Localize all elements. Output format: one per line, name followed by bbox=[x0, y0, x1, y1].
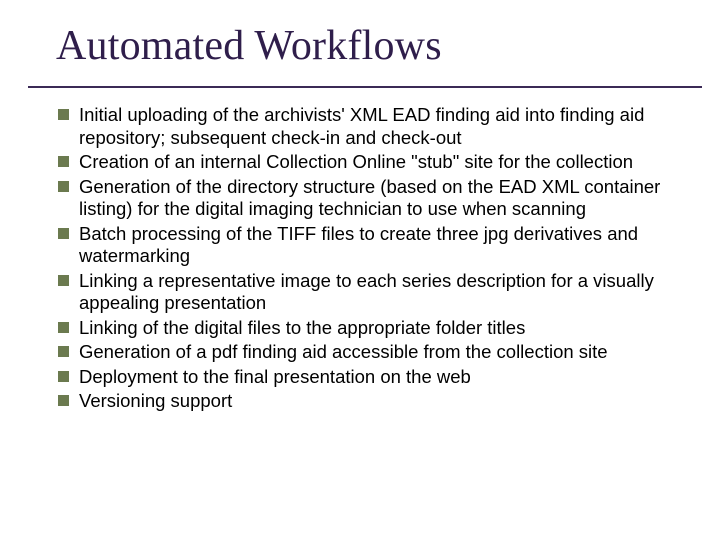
slide-title: Automated Workflows bbox=[56, 22, 442, 70]
list-item-text: Creation of an internal Collection Onlin… bbox=[79, 151, 694, 174]
square-bullet-icon bbox=[58, 371, 69, 382]
list-item: Generation of a pdf finding aid accessib… bbox=[58, 341, 694, 364]
square-bullet-icon bbox=[58, 228, 69, 239]
title-underline bbox=[28, 86, 702, 88]
list-item: Creation of an internal Collection Onlin… bbox=[58, 151, 694, 174]
square-bullet-icon bbox=[58, 156, 69, 167]
list-item: Initial uploading of the archivists' XML… bbox=[58, 104, 694, 149]
list-item: Generation of the directory structure (b… bbox=[58, 176, 694, 221]
list-item-text: Batch processing of the TIFF files to cr… bbox=[79, 223, 694, 268]
square-bullet-icon bbox=[58, 395, 69, 406]
list-item-text: Generation of the directory structure (b… bbox=[79, 176, 694, 221]
list-item-text: Linking of the digital files to the appr… bbox=[79, 317, 694, 340]
list-item-text: Deployment to the final presentation on … bbox=[79, 366, 694, 389]
square-bullet-icon bbox=[58, 275, 69, 286]
list-item: Batch processing of the TIFF files to cr… bbox=[58, 223, 694, 268]
list-item: Linking of the digital files to the appr… bbox=[58, 317, 694, 340]
square-bullet-icon bbox=[58, 181, 69, 192]
square-bullet-icon bbox=[58, 346, 69, 357]
list-item: Versioning support bbox=[58, 390, 694, 413]
list-item-text: Initial uploading of the archivists' XML… bbox=[79, 104, 694, 149]
list-item-text: Linking a representative image to each s… bbox=[79, 270, 694, 315]
square-bullet-icon bbox=[58, 322, 69, 333]
bullet-list: Initial uploading of the archivists' XML… bbox=[58, 104, 694, 415]
list-item: Deployment to the final presentation on … bbox=[58, 366, 694, 389]
list-item-text: Versioning support bbox=[79, 390, 694, 413]
slide: Automated Workflows Initial uploading of… bbox=[0, 0, 720, 540]
square-bullet-icon bbox=[58, 109, 69, 120]
list-item: Linking a representative image to each s… bbox=[58, 270, 694, 315]
list-item-text: Generation of a pdf finding aid accessib… bbox=[79, 341, 694, 364]
